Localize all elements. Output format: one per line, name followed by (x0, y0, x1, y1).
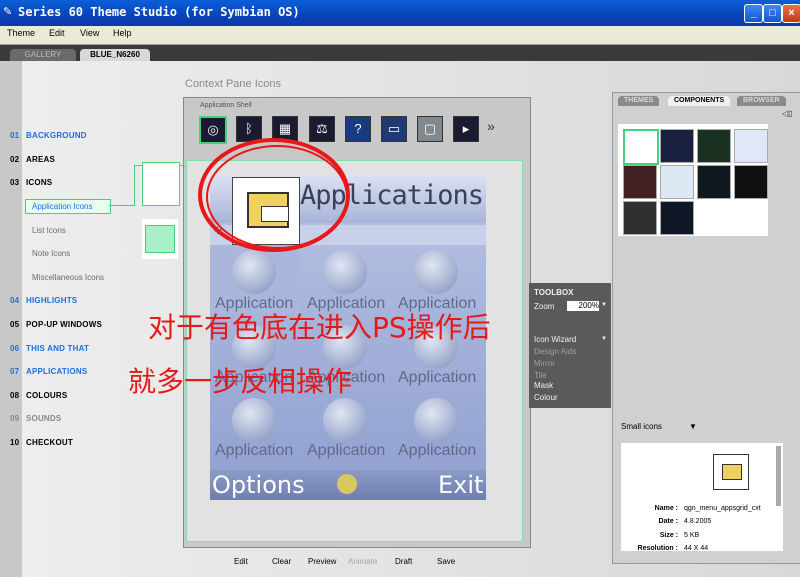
file-res-value: 44 X 44 (684, 545, 709, 552)
annotation-text-line1: 对于有色底在进入PS操作后 (148, 311, 491, 344)
nav-this-and-that[interactable]: 06 THIS AND THAT (10, 344, 89, 353)
small-icons-dropdown-icon[interactable]: ▼ (689, 422, 697, 431)
annotation-text-line2: 就多一步反相操作 (128, 365, 353, 398)
app-icon: ✎ (3, 6, 13, 18)
tab-themes[interactable]: THEMES (618, 96, 660, 106)
component-thumb-cat[interactable] (734, 165, 768, 199)
preview-button[interactable]: Preview (308, 557, 336, 566)
globe-icon[interactable] (232, 398, 276, 442)
file-size-label: Size : (659, 532, 678, 539)
grid-label: Application (398, 442, 477, 459)
menu-edit[interactable]: Edit (49, 28, 65, 38)
center-key-icon[interactable] (337, 474, 357, 494)
file-date-label: Date : (658, 518, 678, 525)
grid-label: Application (398, 369, 477, 386)
file-name-label: Name : (654, 505, 678, 512)
tab-gallery[interactable]: GALLERY (10, 49, 76, 61)
component-thumb-tv[interactable] (623, 165, 657, 199)
softkey-options[interactable]: Options (212, 471, 305, 499)
window-title: Series 60 Theme Studio (for Symbian OS) (18, 5, 300, 19)
sub-nav-application-icons[interactable]: Application Icons (32, 202, 92, 211)
preview-swatch-frame[interactable] (142, 219, 178, 259)
clear-button[interactable]: Clear (272, 557, 291, 566)
toolbox-title: TOOLBOX (534, 288, 574, 297)
close-button[interactable]: × (782, 4, 800, 23)
menu-bar: Theme Edit View Help (0, 26, 800, 45)
nav-colours[interactable]: 08 COLOURS (10, 391, 67, 400)
tile-button[interactable]: Tile (534, 371, 547, 380)
mirror-button[interactable]: Mirror (534, 359, 555, 368)
preview-swatch-white[interactable] (142, 162, 180, 206)
nav-background[interactable]: 01 BACKGROUND (10, 131, 87, 140)
tab-strip: GALLERY BLUE_N6260 (0, 45, 800, 61)
file-size-value: 5 KB (684, 532, 700, 539)
zoom-dropdown-icon[interactable]: ▼ (601, 302, 607, 308)
component-thumb-swirl[interactable] (660, 129, 694, 163)
nav-areas[interactable]: 02 AREAS (10, 155, 55, 164)
small-icons-label: Small icons (621, 422, 662, 431)
connector-line (134, 165, 135, 206)
file-info-scrollbar[interactable] (776, 446, 781, 506)
shell-more-arrow[interactable]: » (487, 118, 495, 134)
menu-view[interactable]: View (80, 28, 99, 38)
tab-components[interactable]: COMPONENTS (668, 96, 731, 106)
navigation-icon[interactable] (414, 398, 458, 442)
nav-sounds[interactable]: 09 SOUNDS (10, 414, 61, 423)
menu-theme[interactable]: Theme (7, 28, 35, 38)
shell-icon-media[interactable]: ▸ (453, 116, 479, 142)
app-icon[interactable] (232, 250, 276, 294)
icon-wizard-dropdown-icon[interactable]: ▼ (601, 336, 607, 342)
grid-label: Application (215, 442, 294, 459)
file-date-value: 4.8.2005 (684, 518, 712, 525)
connector-line (109, 205, 135, 206)
zoom-value[interactable]: 200% (567, 301, 599, 311)
component-thumb-rocket[interactable] (660, 201, 694, 235)
sub-nav-note-icons[interactable]: Note Icons (32, 249, 70, 258)
maximize-button[interactable]: □ (763, 4, 782, 23)
file-info-box (621, 443, 783, 551)
file-res-label: Resolution : (637, 545, 678, 552)
file-name-value: qgn_menu_appsgrid_cxt (684, 505, 761, 512)
mail-icon[interactable] (414, 250, 458, 294)
panel-collapse-icon[interactable]: ◁▯ (782, 109, 793, 118)
annotation-circle (198, 138, 350, 252)
minimize-button[interactable]: _ (744, 4, 763, 23)
nav-checkout[interactable]: 10 CHECKOUT (10, 438, 73, 447)
draft-button[interactable]: Draft (395, 557, 412, 566)
menu-help[interactable]: Help (113, 28, 132, 38)
nav-applications[interactable]: 07 APPLICATIONS (10, 367, 87, 376)
selected-file-icon (713, 454, 749, 490)
nav-icons[interactable]: 03 ICONS (10, 178, 52, 187)
title-bar: ✎ Series 60 Theme Studio (for Symbian OS… (0, 0, 800, 26)
shell-icon-note[interactable]: ▢ (417, 116, 443, 142)
grid-label: Application (307, 442, 386, 459)
component-thumb-person[interactable] (623, 201, 657, 235)
mask-button[interactable]: Mask (534, 381, 553, 390)
design-aids-button[interactable]: Design Aids (534, 347, 576, 356)
sub-nav-list-icons[interactable]: List Icons (32, 226, 66, 235)
component-thumb-apps[interactable] (623, 129, 659, 165)
nav-highlights[interactable]: 04 HIGHLIGHTS (10, 296, 77, 305)
tab-browser[interactable]: BROWSER (737, 96, 786, 106)
context-pane-title: Context Pane Icons (185, 78, 282, 90)
softkey-exit[interactable]: Exit (438, 471, 483, 499)
icon-wizard-button[interactable]: Icon Wizard (534, 335, 576, 344)
calendar-icon[interactable] (323, 250, 367, 294)
sub-nav-misc-icons[interactable]: Miscellaneous Icons (32, 273, 104, 282)
tab-current-theme[interactable]: BLUE_N6260 (80, 49, 150, 61)
component-thumb-cloud[interactable] (660, 165, 694, 199)
component-thumb-green[interactable] (697, 129, 731, 163)
nav-popup-windows[interactable]: 05 POP-UP WINDOWS (10, 320, 102, 329)
component-thumb-dark[interactable] (697, 165, 731, 199)
app-shell-label: Application Shell (200, 102, 252, 109)
colour-button[interactable]: Colour (534, 393, 558, 402)
chat-icon[interactable] (323, 398, 367, 442)
animate-button[interactable]: Animate (348, 557, 377, 566)
edit-button[interactable]: Edit (234, 557, 248, 566)
shell-icon-message[interactable]: ▭ (381, 116, 407, 142)
save-button[interactable]: Save (437, 557, 455, 566)
zoom-label: Zoom (534, 302, 555, 311)
component-thumb-shoebox[interactable] (734, 129, 768, 163)
